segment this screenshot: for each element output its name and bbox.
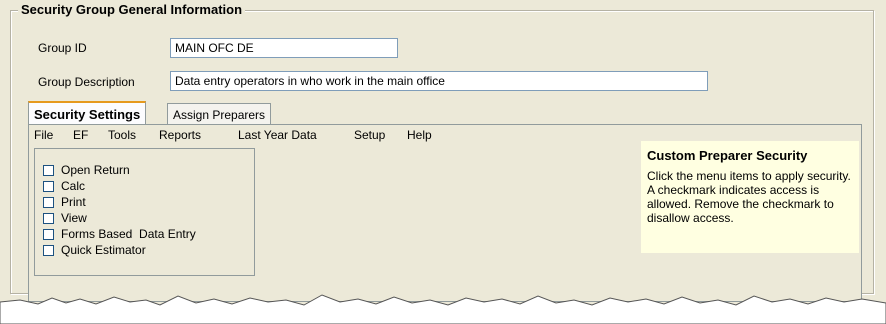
check-open-return[interactable]: Open Return xyxy=(43,162,130,178)
menu-last-year-data[interactable]: Last Year Data xyxy=(238,128,317,142)
menu-ef[interactable]: EF xyxy=(73,128,88,142)
menu-reports[interactable]: Reports xyxy=(159,128,201,142)
menu-help[interactable]: Help xyxy=(407,128,432,142)
group-description-field[interactable]: Data entry operators in who work in the … xyxy=(170,71,708,91)
groupbox-title: Security Group General Information xyxy=(18,2,246,17)
checkbox[interactable] xyxy=(43,180,54,192)
checkbox[interactable] xyxy=(43,164,54,176)
torn-edge xyxy=(0,294,886,324)
check-calc[interactable]: Calc xyxy=(43,178,85,194)
check-quick-estimator[interactable]: Quick Estimator xyxy=(43,242,146,258)
check-view[interactable]: View xyxy=(43,210,87,226)
checkbox-label: Forms Based Data Entry xyxy=(61,227,196,241)
help-panel: Custom Preparer Security Click the menu … xyxy=(641,141,859,253)
permission-checklist: Open Return Calc Print View Forms Based … xyxy=(34,148,255,276)
help-title: Custom Preparer Security xyxy=(647,148,808,163)
check-forms-based-data-entry[interactable]: Forms Based Data Entry xyxy=(43,226,196,242)
menu-file[interactable]: File xyxy=(34,128,53,142)
tab-security-settings[interactable]: Security Settings xyxy=(28,101,147,125)
checkbox[interactable] xyxy=(43,196,54,208)
tab-assign-preparers[interactable]: Assign Preparers xyxy=(167,103,272,124)
checkbox-label: Quick Estimator xyxy=(61,243,146,257)
group-description-label: Group Description xyxy=(38,75,135,89)
check-print[interactable]: Print xyxy=(43,194,86,210)
security-settings-panel: File EF Tools Reports Last Year Data Set… xyxy=(28,124,862,302)
checkbox-label: View xyxy=(61,211,87,225)
menu-tools[interactable]: Tools xyxy=(108,128,136,142)
group-id-label: Group ID xyxy=(38,41,87,55)
checkbox-label: Print xyxy=(61,195,86,209)
checkbox[interactable] xyxy=(43,228,54,240)
menu-setup[interactable]: Setup xyxy=(354,128,385,142)
group-id-field[interactable]: MAIN OFC DE xyxy=(170,38,398,58)
checkbox-label: Calc xyxy=(61,179,86,193)
checkbox[interactable] xyxy=(43,244,54,256)
checkbox-label: Open Return xyxy=(61,163,130,177)
checkbox[interactable] xyxy=(43,212,54,224)
help-text: Click the menu items to apply security. … xyxy=(647,169,851,225)
